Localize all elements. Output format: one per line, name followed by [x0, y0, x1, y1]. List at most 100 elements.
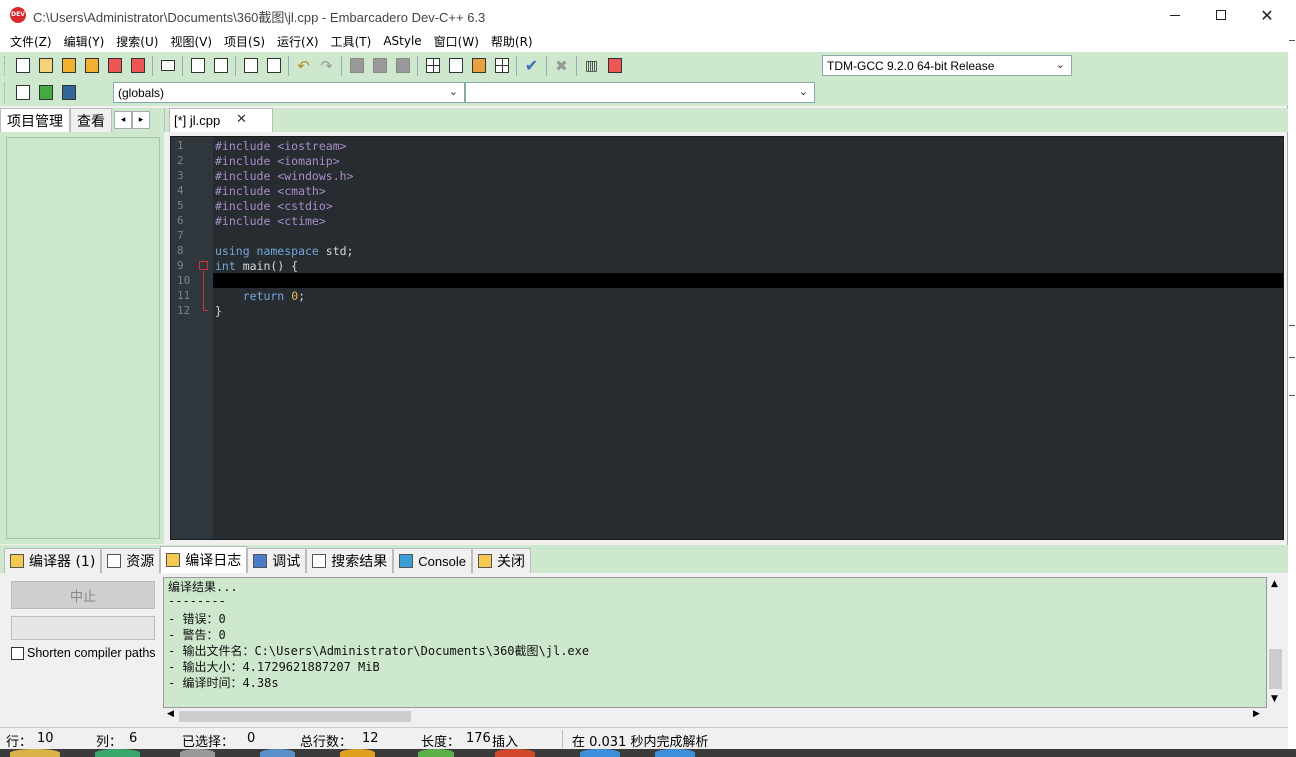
code-token: #include <windows.h>	[215, 169, 354, 183]
profile-button[interactable]: ▥	[580, 55, 603, 77]
menu-astyle[interactable]: AStyle	[377, 34, 427, 48]
chevron-down-icon: ⌄	[1055, 59, 1065, 71]
code-editor[interactable]: 1 #include <iostream> 2 #include <iomanip> 3…	[170, 136, 1284, 540]
compile-log-output[interactable]: 编译结果... -------- - 错误：0 - 警告：0 - 输出文件名：C…	[163, 577, 1267, 708]
function-select[interactable]: ⌄	[465, 82, 815, 103]
menu-file[interactable]: 文件(Z)	[4, 33, 58, 50]
new-class-button[interactable]	[11, 82, 34, 104]
tab-scroll-left-button[interactable]: ◂	[114, 111, 132, 129]
compile-run-button[interactable]	[467, 55, 490, 77]
tab-resources[interactable]: 资源	[101, 548, 161, 573]
code-line: #include <iostream>	[215, 139, 347, 153]
status-total-value: 12	[362, 731, 379, 746]
scroll-up-icon[interactable]: ▲	[1271, 579, 1278, 589]
close-all-button[interactable]	[126, 55, 149, 77]
tab-classes[interactable]: 查看	[70, 108, 112, 132]
line-number: 12	[177, 304, 191, 317]
compiler-select[interactable]: TDM-GCC 9.2.0 64-bit Release ⌄	[822, 55, 1072, 76]
tab-scroll-right-button[interactable]: ▸	[132, 111, 150, 129]
delete-profile-button[interactable]	[603, 55, 626, 77]
menu-edit[interactable]: 编辑(Y)	[58, 33, 111, 50]
code-token: #include <iomanip>	[215, 154, 340, 168]
console-icon	[399, 554, 414, 568]
compiler-icon	[10, 554, 24, 568]
rebuild-all-button[interactable]	[490, 55, 513, 77]
scope-select[interactable]: (globals) ⌄	[113, 82, 465, 103]
replace-button[interactable]	[209, 55, 232, 77]
log-horizontal-scrollbar[interactable]: ◀ ▶	[163, 708, 1267, 725]
undo-button[interactable]: ↶	[292, 55, 315, 77]
log-line: - 警告：0	[168, 628, 226, 642]
stop-compile-button[interactable]: 中止	[11, 581, 155, 609]
line-number: 8	[177, 244, 184, 257]
minimize-icon	[1170, 14, 1180, 16]
toggle-comment-button[interactable]	[391, 55, 414, 77]
close-file-button[interactable]	[103, 55, 126, 77]
menu-tools[interactable]: 工具(T)	[325, 33, 378, 50]
line-number: 10	[177, 274, 191, 287]
tab-jl-cpp[interactable]: [*] jl.cpp ✕	[169, 108, 273, 132]
insert-button[interactable]	[34, 82, 57, 104]
unindent-button[interactable]	[368, 55, 391, 77]
scroll-right-icon[interactable]: ▶	[1253, 709, 1260, 719]
log-line: - 编译时间：4.38s	[168, 676, 279, 690]
open-file-button[interactable]	[34, 55, 57, 77]
scroll-left-icon[interactable]: ◀	[167, 709, 174, 719]
goto-function-button[interactable]	[262, 55, 285, 77]
shorten-paths-option[interactable]: Shorten compiler paths	[11, 646, 159, 660]
new-file-button[interactable]	[11, 55, 34, 77]
tab-close-icon[interactable]: ✕	[236, 111, 247, 127]
close-icon: ✕	[1260, 5, 1274, 25]
compile-button[interactable]	[421, 55, 444, 77]
menu-view[interactable]: 视图(V)	[164, 33, 218, 50]
tab-compiler[interactable]: 编译器 (1)	[4, 548, 102, 573]
save-all-button[interactable]	[80, 55, 103, 77]
indent-button[interactable]	[345, 55, 368, 77]
tab-search-results[interactable]: 搜索结果	[306, 548, 394, 573]
status-selected-value: 0	[247, 731, 256, 746]
menu-window[interactable]: 窗口(W)	[428, 33, 485, 50]
tab-compiler-label: 编译器 (1)	[29, 554, 96, 570]
goto-line-button[interactable]	[239, 55, 262, 77]
log-line: - 错误：0	[168, 612, 226, 626]
run-button[interactable]	[444, 55, 467, 77]
shorten-paths-label: Shorten compiler paths	[27, 646, 156, 660]
scrollbar-thumb[interactable]	[1269, 649, 1282, 689]
window-title: C:\Users\Administrator\Documents\360截图\j…	[33, 10, 486, 25]
project-tree[interactable]	[6, 137, 160, 539]
find-button[interactable]	[186, 55, 209, 77]
scroll-down-icon[interactable]: ▼	[1271, 694, 1278, 704]
menu-project[interactable]: 项目(S)	[218, 33, 271, 50]
toolbar-grip[interactable]	[4, 55, 7, 76]
bookmark-button[interactable]	[57, 82, 80, 104]
code-line: return 0;	[215, 289, 305, 303]
devcpp-app-icon: DEV	[10, 7, 26, 23]
scrollbar-thumb[interactable]	[179, 711, 411, 722]
tab-close-panel[interactable]: 关闭	[471, 548, 531, 573]
menu-search[interactable]: 搜索(U)	[110, 33, 164, 50]
code-line: #include <ctime>	[215, 214, 326, 228]
fold-marker-icon[interactable]	[199, 261, 208, 270]
close-window-button[interactable]: ✕	[1244, 0, 1290, 30]
close-file-icon	[107, 58, 122, 73]
search-results-icon	[312, 554, 327, 568]
run-icon	[448, 58, 463, 73]
minimize-button[interactable]	[1152, 0, 1198, 30]
print-button[interactable]	[156, 55, 179, 77]
log-vertical-scrollbar[interactable]: ▲ ▼	[1267, 577, 1284, 708]
scope-select-value: (globals)	[118, 85, 165, 100]
toolbar-grip[interactable]	[4, 82, 7, 103]
line-number: 11	[177, 289, 191, 302]
maximize-button[interactable]	[1198, 0, 1244, 30]
tab-debug[interactable]: 调试	[247, 548, 307, 573]
save-button[interactable]	[57, 55, 80, 77]
redo-button[interactable]: ↷	[315, 55, 338, 77]
syntax-check-button[interactable]: ✔	[520, 55, 543, 77]
menu-help[interactable]: 帮助(R)	[485, 33, 539, 50]
shorten-paths-checkbox[interactable]	[11, 646, 24, 660]
tab-compile-log[interactable]: 编译日志	[160, 546, 248, 573]
stop-execution-button[interactable]: ✖	[550, 55, 573, 77]
tab-project-manager[interactable]: 项目管理	[0, 108, 70, 132]
menu-run[interactable]: 运行(X)	[271, 33, 325, 50]
tab-console[interactable]: Console	[393, 548, 472, 573]
